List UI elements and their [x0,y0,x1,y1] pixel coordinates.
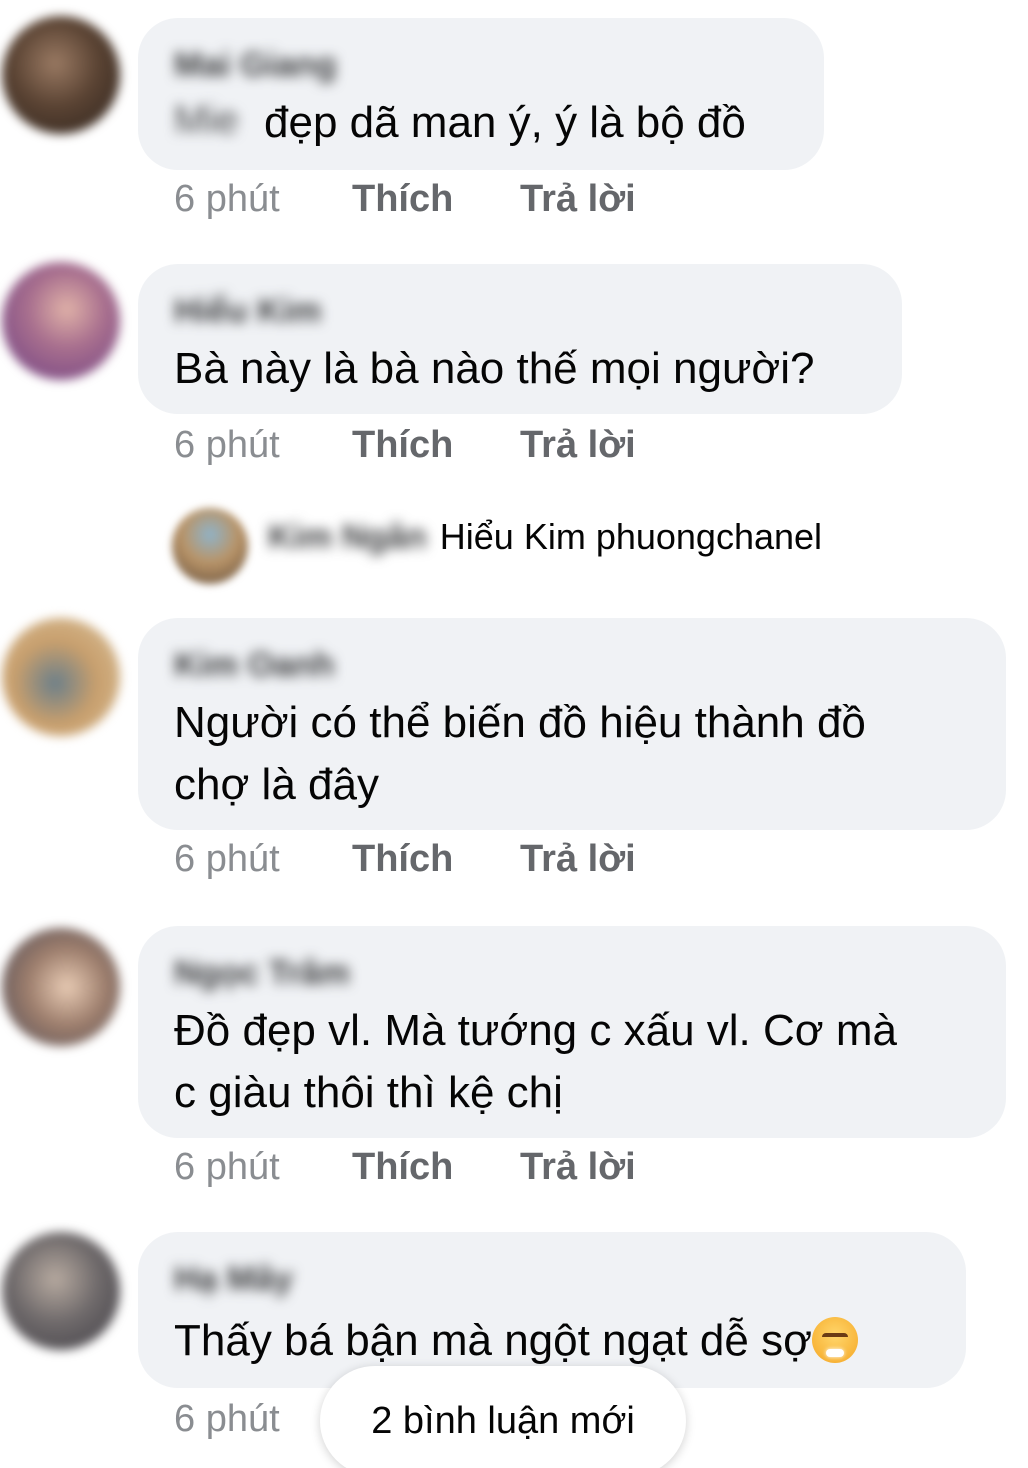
like-button[interactable]: Thích [352,178,453,221]
reply-button[interactable]: Trả lời [520,1146,636,1189]
avatar[interactable] [2,262,120,380]
comment-text: đẹp dã man ý, ý là bộ đồ [264,98,746,147]
comment-author[interactable]: Hiểu Kim [174,292,321,331]
comment-mention[interactable]: Mie [174,98,238,143]
comment-bubble: Ngọc Trâm Đồ đẹp vl. Mà tướng c xấu vl. … [138,926,1006,1138]
like-button[interactable]: Thích [352,424,453,467]
comment-author[interactable]: Hạ Mây [174,1260,293,1299]
comment-author[interactable]: Kim Oanh [174,646,335,685]
like-button[interactable]: Thích [352,838,453,881]
comment-time[interactable]: 6 phút [174,1398,280,1441]
reply-avatar[interactable] [172,508,248,584]
comment-text-line: chợ là đây [174,760,379,809]
reply-button[interactable]: Trả lời [520,178,636,221]
steam-from-nose-emoji-icon [811,1317,858,1363]
comment-time[interactable]: 6 phút [174,424,280,467]
like-button[interactable]: Thích [352,1146,453,1189]
comment-text-line: c giàu thôi thì kệ chị [174,1068,563,1117]
reply-button[interactable]: Trả lời [520,838,636,881]
reply-summary[interactable]: Kim Ngân Hiểu Kim phuongchanel [268,516,822,576]
comment-bubble: Mai Giang Mie đẹp dã man ý, ý là bộ đồ [138,18,824,170]
comment-time[interactable]: 6 phút [174,1146,280,1189]
comment-author[interactable]: Ngọc Trâm [174,954,350,993]
comment-text-wrap: Thấy bá bận mà ngột ngạt dễ sợ [174,1310,858,1372]
reply-button[interactable]: Trả lời [520,424,636,467]
comment-text-line: Người có thể biến đồ hiệu thành đồ [174,698,866,747]
avatar[interactable] [2,618,120,736]
comment-text: Bà này là bà nào thế mọi người? [174,344,815,393]
comment-time[interactable]: 6 phút [174,838,280,881]
comment-bubble: Hạ Mây Thấy bá bận mà ngột ngạt dễ sợ [138,1232,966,1388]
comment-author[interactable]: Mai Giang [174,46,336,85]
reply-text: Hiểu Kim phuongchanel [439,516,823,557]
comment-bubble: Kim Oanh Người có thể biến đồ hiệu thành… [138,618,1006,830]
reply-author[interactable]: Kim Ngân [268,518,427,557]
comment-text-line: Đồ đẹp vl. Mà tướng c xấu vl. Cơ mà [174,1006,897,1055]
comment-bubble: Hiểu Kim Bà này là bà nào thế mọi người? [138,264,902,414]
avatar[interactable] [2,1232,120,1350]
avatar[interactable] [2,928,120,1046]
new-comments-button[interactable]: 2 bình luận mới [320,1366,686,1468]
comment-text: Thấy bá bận mà ngột ngạt dễ sợ [174,1316,812,1365]
comment-time[interactable]: 6 phút [174,178,280,221]
avatar[interactable] [2,16,120,134]
